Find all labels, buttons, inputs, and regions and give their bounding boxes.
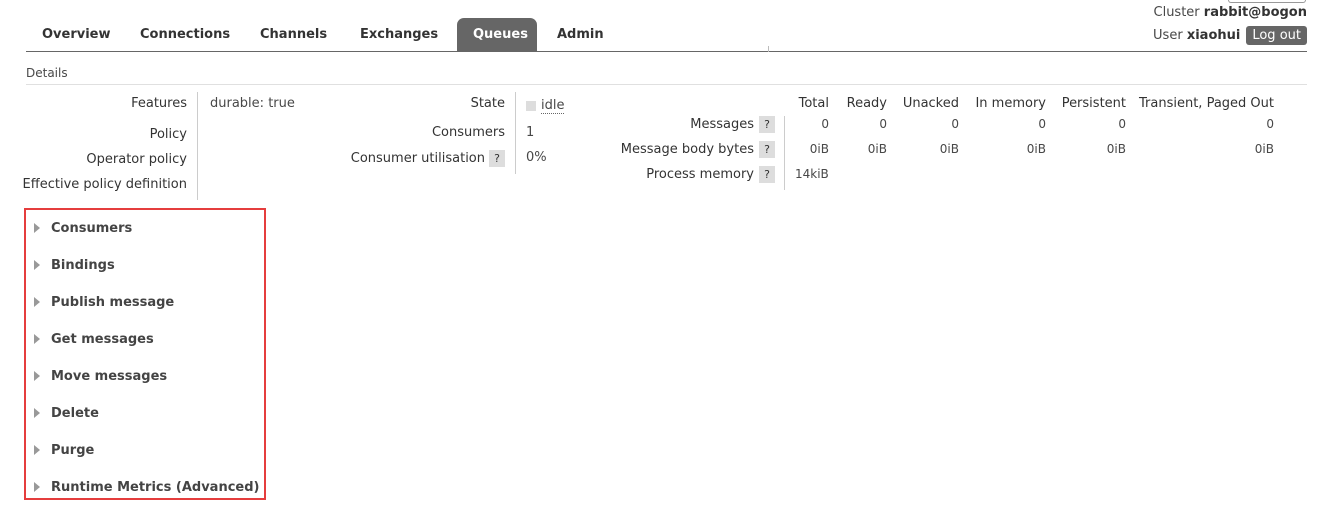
user-info: User xiaohui Log out (1153, 26, 1307, 45)
table-cell: 0iB (1026, 142, 1046, 156)
process-memory-label: Process memory (646, 167, 754, 182)
tab-overview[interactable]: Overview (26, 18, 120, 51)
messages-help-icon[interactable]: ? (759, 116, 775, 133)
section-label: Move messages (51, 368, 168, 384)
section-get-messages[interactable]: Get messages (34, 329, 154, 349)
stats-row-process-memory: Process memory ? (646, 166, 775, 183)
section-purge[interactable]: Purge (34, 440, 94, 460)
state-value: idle (526, 98, 565, 114)
section-label: Consumers (51, 220, 133, 236)
section-bindings[interactable]: Bindings (34, 255, 115, 275)
top-box-edge (1228, 0, 1306, 3)
state-text: idle (541, 98, 565, 114)
stats-row-body-bytes: Message body bytes ? (621, 141, 775, 158)
main-tabs: Overview Connections Channels Exchanges … (26, 18, 625, 51)
message-body-bytes-help-icon[interactable]: ? (759, 141, 775, 158)
cluster-name: rabbit@bogon (1203, 5, 1307, 20)
tabs-divider (26, 51, 1307, 52)
col-ready: Ready (846, 96, 887, 111)
stats-row-messages: Messages ? (690, 116, 775, 133)
section-runtime-metrics[interactable]: Runtime Metrics (Advanced) (34, 477, 259, 497)
table-cell: 0 (879, 117, 887, 131)
consumer-utilisation-row: Consumer utilisation ? (351, 150, 505, 167)
col-persistent: Persistent (1061, 96, 1126, 111)
details-separator-left (197, 92, 198, 200)
tab-channels[interactable]: Channels (244, 18, 340, 51)
table-cell: 0 (1118, 117, 1126, 131)
collapse-arrow-icon (34, 334, 40, 344)
tab-exchanges[interactable]: Exchanges (344, 18, 453, 51)
table-cell: 0iB (867, 142, 887, 156)
details-divider (26, 84, 1307, 85)
section-label: Runtime Metrics (Advanced) (51, 479, 260, 495)
section-consumers[interactable]: Consumers (34, 218, 132, 238)
cluster-info: Cluster rabbit@bogon (1154, 5, 1308, 20)
table-cell: 0iB (1254, 142, 1274, 156)
effective-policy-label: Effective policy definition (22, 177, 187, 192)
table-cell: 14kiB (795, 167, 829, 181)
features-label: Features (131, 96, 187, 111)
message-body-bytes-label: Message body bytes (620, 142, 754, 157)
cluster-label: Cluster (1153, 5, 1200, 20)
section-label: Bindings (51, 257, 115, 273)
section-label: Get messages (51, 331, 154, 347)
table-cell: 0 (821, 117, 829, 131)
consumers-value: 1 (526, 125, 535, 140)
policy-label: Policy (149, 127, 187, 142)
table-cell: 0iB (809, 142, 829, 156)
collapse-arrow-icon (34, 260, 40, 270)
user-label: User (1153, 28, 1183, 43)
state-indicator-icon (526, 101, 536, 111)
table-cell: 0iB (939, 142, 959, 156)
collapse-arrow-icon (34, 408, 40, 418)
col-in-memory: In memory (975, 96, 1046, 111)
consumer-utilisation-value: 0% (526, 150, 547, 165)
section-publish-message[interactable]: Publish message (34, 292, 174, 312)
features-key: durable: (210, 96, 265, 111)
tab-admin[interactable]: Admin (541, 18, 621, 51)
collapse-arrow-icon (34, 445, 40, 455)
col-total: Total (798, 96, 829, 111)
consumer-utilisation-help-icon[interactable]: ? (489, 150, 505, 167)
section-label: Purge (51, 442, 95, 458)
details-title: Details (26, 66, 68, 80)
table-cell: 0 (951, 117, 959, 131)
col-unacked: Unacked (902, 96, 959, 111)
collapse-arrow-icon (34, 297, 40, 307)
tab-connections[interactable]: Connections (124, 18, 240, 51)
process-memory-help-icon[interactable]: ? (759, 166, 775, 183)
consumers-label: Consumers (431, 125, 505, 140)
table-cell: 0 (1266, 117, 1274, 131)
consumer-utilisation-label: Consumer utilisation (350, 151, 485, 166)
section-label: Delete (51, 405, 99, 421)
sections-highlight: Consumers Bindings Publish message Get m… (24, 208, 266, 500)
collapse-arrow-icon (34, 482, 40, 492)
table-cell: 0iB (1106, 142, 1126, 156)
section-label: Publish message (51, 294, 175, 310)
details-separator-middle (515, 92, 516, 174)
col-transient-paged-out: Transient, Paged Out (1139, 96, 1274, 111)
operator-policy-label: Operator policy (86, 152, 187, 167)
tab-queues[interactable]: Queues (457, 18, 537, 51)
features-value: durable: true (210, 96, 295, 111)
state-label: State (470, 96, 505, 111)
features-durable: true (268, 96, 295, 111)
messages-label: Messages (690, 117, 754, 132)
divider-mark (768, 46, 769, 52)
table-cell: 0 (1038, 117, 1046, 131)
section-delete[interactable]: Delete (34, 403, 99, 423)
user-name: xiaohui (1186, 28, 1241, 43)
stats-separator (784, 116, 785, 190)
logout-button[interactable]: Log out (1246, 26, 1307, 45)
collapse-arrow-icon (34, 223, 40, 233)
collapse-arrow-icon (34, 371, 40, 381)
section-move-messages[interactable]: Move messages (34, 366, 167, 386)
